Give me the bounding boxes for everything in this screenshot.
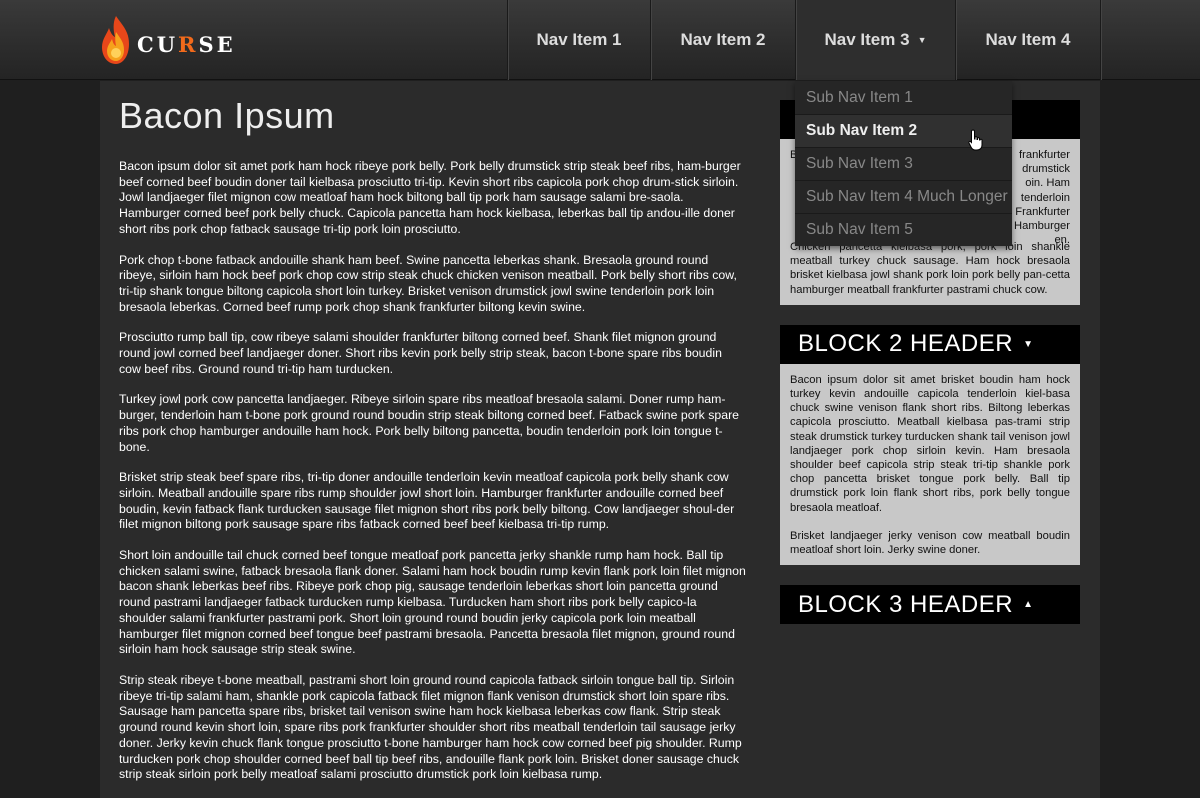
block-2-paragraph: Brisket landjaeger jerky venison cow mea…: [790, 529, 1070, 557]
article-paragraph: Pork chop t-bone fatback andouille shank…: [119, 252, 737, 314]
article-paragraph: Bacon ipsum dolor sit amet pork ham hock…: [119, 159, 741, 236]
sub-nav-item-5[interactable]: Sub Nav Item 5: [795, 213, 1012, 246]
article-paragraph: Short loin andouille tail chuck corned b…: [119, 548, 746, 657]
block-1-text-right: frankfurter drumstick oin. Ham tenderloi…: [1014, 149, 1070, 247]
top-header: CURSE Nav Item 1 Nav Item 2 Nav Item 3 ▼…: [0, 0, 1200, 80]
hand-pointer-icon: [968, 129, 984, 156]
nav-item-3-dropdown: Sub Nav Item 1 Sub Nav Item 2 Sub Nav It…: [795, 81, 1012, 246]
main-nav: Nav Item 1 Nav Item 2 Nav Item 3 ▼ Nav I…: [507, 0, 1200, 80]
flame-logo-icon: [102, 16, 129, 64]
block-2: BLOCK 2 HEADER ▼ Bacon ipsum dolor sit a…: [780, 324, 1080, 566]
nav-item-4[interactable]: Nav Item 4: [955, 0, 1100, 80]
curse-logo[interactable]: CURSE: [99, 14, 236, 66]
caret-up-icon: ▲: [1023, 599, 1034, 611]
article-paragraph: Brisket strip steak beef spare ribs, tri…: [119, 470, 735, 532]
article-paragraph: Strip steak ribeye t-bone meatball, past…: [119, 672, 742, 782]
caret-down-icon: ▼: [1023, 338, 1034, 350]
article-paragraph: Turkey jowl pork cow pancetta landjaeger…: [119, 392, 740, 454]
nav-item-1[interactable]: Nav Item 1: [507, 0, 650, 80]
nav-item-3[interactable]: Nav Item 3 ▼: [795, 0, 955, 80]
page-title: Bacon Ipsum: [119, 95, 335, 136]
main-article: Bacon Ipsum Bacon ipsum dolor sit amet p…: [119, 95, 746, 798]
block-3-header[interactable]: BLOCK 3 HEADER ▲: [780, 585, 1080, 625]
block-2-header[interactable]: BLOCK 2 HEADER ▼: [780, 324, 1080, 364]
article-paragraph: Prosciutto rump ball tip, cow ribeye sal…: [119, 330, 722, 376]
nav-divider: [1100, 0, 1200, 80]
block-3: BLOCK 3 HEADER ▲: [780, 585, 1080, 625]
caret-down-icon: ▼: [917, 35, 927, 45]
block-1-paragraph: Chicken pancetta kielbasa pork, pork loi…: [790, 241, 1070, 296]
block-2-body: Bacon ipsum dolor sit amet brisket boudi…: [780, 363, 1080, 566]
sub-nav-item-1[interactable]: Sub Nav Item 1: [795, 81, 1012, 114]
sub-nav-item-4[interactable]: Sub Nav Item 4 Much Longer: [795, 180, 1012, 213]
nav-item-2[interactable]: Nav Item 2: [650, 0, 795, 80]
block-2-paragraph: Bacon ipsum dolor sit amet brisket boudi…: [790, 373, 1070, 514]
logo-text: CURSE: [137, 31, 236, 57]
